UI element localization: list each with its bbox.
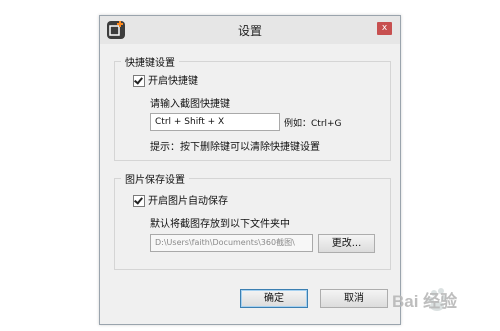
settings-dialog: 设置 x 快捷键设置 开启快捷键 请输入截图快捷键 Ctrl + Shift +… [99,15,401,325]
baidu-jingyan-watermark: Bai 经验 [392,288,458,311]
enable-autosave-row[interactable]: 开启图片自动保存 [133,192,228,207]
save-path-input[interactable]: D:\Users\faith\Documents\360截图\ [150,234,313,252]
save-group-legend: 图片保存设置 [121,171,189,186]
save-folder-prompt: 默认将截图存放到以下文件夹中 [150,219,290,230]
shortcut-prompt: 请输入截图快捷键 [150,99,230,110]
enable-shortcut-label[interactable]: 开启快捷键 [148,76,198,87]
title-bar[interactable]: 设置 x [100,16,400,44]
enable-shortcut-checkbox[interactable] [133,75,145,87]
image-save-settings-group: 图片保存设置 开启图片自动保存 默认将截图存放到以下文件夹中 D:\Users\… [114,171,391,270]
shortcut-group-legend: 快捷键设置 [121,54,179,69]
ok-button[interactable]: 确定 [240,289,308,308]
watermark-text: Bai 经验 [392,291,458,311]
shortcut-input[interactable]: Ctrl + Shift + X [150,113,280,131]
dialog-title: 设置 [237,24,262,38]
change-folder-button[interactable]: 更改... [318,234,375,253]
shortcut-settings-group: 快捷键设置 开启快捷键 请输入截图快捷键 Ctrl + Shift + X 例如… [114,54,391,161]
close-button[interactable]: x [377,22,392,35]
cancel-button[interactable]: 取消 [320,289,388,308]
enable-shortcut-row[interactable]: 开启快捷键 [133,72,198,87]
shortcut-hint: 提示：按下删除键可以清除快捷键设置 [150,142,320,153]
enable-autosave-checkbox[interactable] [133,195,145,207]
enable-autosave-label[interactable]: 开启图片自动保存 [148,196,228,207]
shortcut-example: 例如：Ctrl+G [284,119,342,129]
